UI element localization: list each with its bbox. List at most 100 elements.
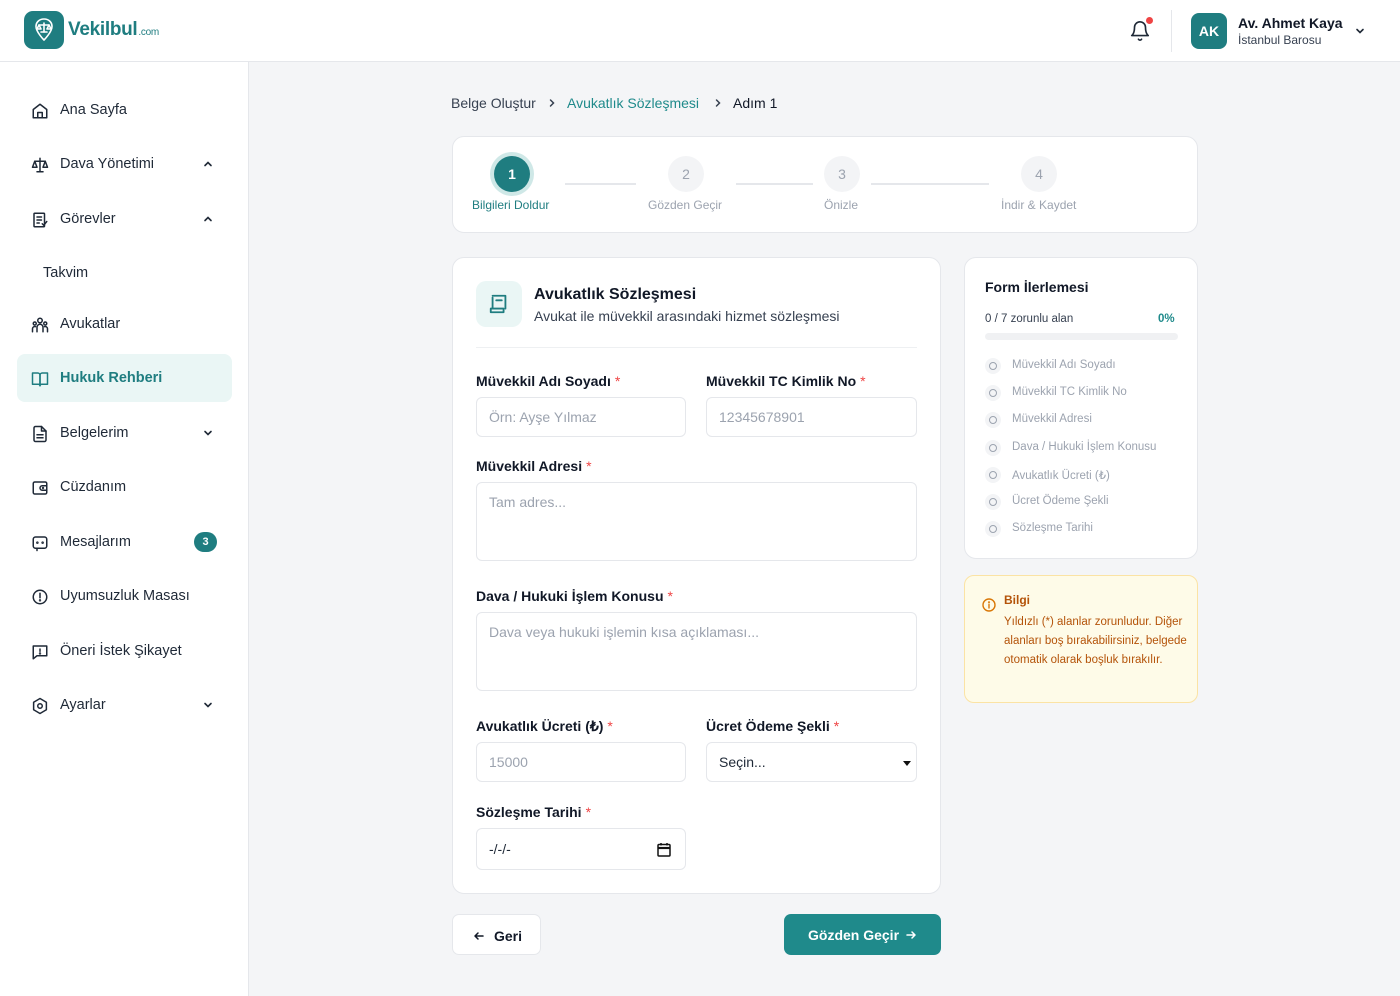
sidebar-item-tasks[interactable]: Görevler — [17, 195, 232, 243]
fee-input[interactable] — [476, 742, 686, 782]
info-box: Bilgi Yıldızlı (*) alanlar zorunludur. D… — [964, 575, 1198, 703]
chevron-up-icon[interactable] — [202, 213, 214, 225]
top-header: Vekilbul.com AK Av. Ahmet Kaya İstanbul … — [0, 0, 1400, 62]
document-icon-box — [476, 281, 522, 327]
review-button-label: Gözden Geçir — [808, 927, 900, 943]
chevron-down-icon[interactable] — [202, 427, 214, 439]
breadcrumb-root[interactable]: Belge Oluştur — [451, 95, 536, 111]
user-avatar[interactable]: AK — [1191, 13, 1227, 49]
sidebar-item-my-documents[interactable]: Belgelerim — [17, 409, 232, 457]
pending-circle-icon — [985, 521, 1001, 537]
case-subject-label: Dava / Hukuki İşlem Konusu * — [476, 588, 673, 604]
pending-circle-icon — [985, 494, 1001, 510]
pending-circle-icon — [985, 467, 1001, 483]
brand-name: Vekilbul.com — [68, 19, 159, 40]
form-title: Avukatlık Sözleşmesi — [534, 286, 697, 303]
client-name-label: Müvekkil Adı Soyadı * — [476, 373, 621, 389]
sidebar-item-label: Uyumsuzluk Masası — [60, 588, 190, 604]
document-icon — [33, 425, 47, 443]
scale-icon — [31, 157, 49, 173]
contract-date-input[interactable]: -/-/- — [476, 828, 686, 870]
info-icon — [982, 598, 996, 612]
step-2-circle[interactable]: 2 — [668, 156, 704, 192]
header-divider — [1171, 10, 1172, 52]
stepper-card — [452, 136, 1198, 233]
sidebar-item-label: Öneri İstek Şikayet — [60, 643, 182, 659]
sidebar-item-home[interactable]: Ana Sayfa — [17, 86, 232, 134]
back-button[interactable]: Geri — [452, 914, 541, 955]
sidebar: Ana Sayfa Dava Yönetimi Görevler Takvim … — [0, 62, 249, 996]
step-1-circle[interactable]: 1 — [494, 156, 530, 192]
unread-messages-badge: 3 — [194, 532, 217, 552]
chevron-up-icon[interactable] — [202, 158, 214, 170]
book-icon — [31, 372, 49, 387]
caret-down-icon — [903, 761, 911, 766]
pending-circle-icon — [985, 385, 1001, 401]
alert-circle-icon — [32, 589, 48, 605]
brand-logo[interactable]: Vekilbul.com — [24, 11, 159, 49]
pending-circle-icon — [985, 358, 1001, 374]
step-1-label: Bilgileri Doldur — [472, 198, 550, 212]
client-tc-input[interactable] — [706, 397, 917, 437]
back-button-label: Geri — [494, 928, 523, 944]
info-text: Yıldızlı (*) alanlar zorunludur. Diğer a… — [1004, 616, 1187, 666]
user-name[interactable]: Av. Ahmet Kaya — [1238, 15, 1343, 31]
step-connector — [736, 183, 813, 185]
sidebar-item-label: Görevler — [60, 211, 116, 227]
form-divider — [476, 347, 917, 348]
sidebar-item-feedback[interactable]: Öneri İstek Şikayet — [17, 627, 232, 675]
notification-dot — [1146, 17, 1153, 24]
review-button[interactable]: Gözden Geçir — [784, 914, 941, 955]
chevron-down-icon[interactable] — [202, 699, 214, 711]
pending-circle-icon — [985, 440, 1001, 456]
breadcrumb-section[interactable]: Avukatlık Sözleşmesi — [567, 95, 699, 111]
sidebar-item-dispute-desk[interactable]: Uyumsuzluk Masası — [17, 572, 232, 620]
chevron-right-icon — [715, 99, 721, 107]
message-icon — [32, 536, 48, 552]
payment-method-label: Ücret Ödeme Şekli * — [706, 718, 840, 734]
sidebar-item-label: Belgelerim — [60, 425, 129, 441]
form-card — [452, 257, 941, 894]
sidebar-item-label: Mesajlarım — [60, 534, 131, 550]
step-3-label: Önizle — [824, 198, 859, 212]
arrow-left-icon — [474, 932, 484, 940]
payment-method-select[interactable]: Seçin... — [706, 742, 917, 782]
calendar-icon[interactable] — [657, 842, 671, 857]
sidebar-item-legal-guide[interactable]: Hukuk Rehberi — [17, 354, 232, 402]
client-name-input[interactable] — [476, 397, 686, 437]
contract-icon — [489, 294, 507, 314]
sidebar-item-label: Ana Sayfa — [60, 102, 127, 118]
progress-percent: 0% — [1158, 313, 1175, 325]
users-icon — [31, 317, 49, 333]
step-4-label: İndir & Kaydet — [1001, 198, 1077, 212]
chevron-right-icon — [549, 99, 555, 107]
sidebar-item-case-management[interactable]: Dava Yönetimi — [17, 140, 232, 188]
progress-title: Form İlerlemesi — [985, 279, 1089, 295]
form-progress-card — [964, 257, 1198, 559]
client-address-textarea[interactable] — [476, 482, 917, 561]
feedback-icon — [32, 645, 48, 660]
step-4-circle[interactable]: 4 — [1021, 156, 1057, 192]
settings-icon — [32, 697, 48, 715]
info-title: Bilgi — [1004, 593, 1030, 607]
step-3-circle[interactable]: 3 — [824, 156, 860, 192]
sidebar-item-lawyers[interactable]: Avukatlar — [17, 300, 232, 348]
sidebar-item-wallet[interactable]: Cüzdanım — [17, 463, 232, 511]
client-address-label: Müvekkil Adresi * — [476, 458, 592, 474]
client-tc-label: Müvekkil TC Kimlik No * — [706, 373, 866, 389]
task-icon — [33, 212, 48, 228]
progress-count: 0 / 7 zorunlu alan — [985, 313, 1074, 325]
sidebar-item-messages[interactable]: Mesajlarım 3 — [17, 518, 232, 566]
sidebar-item-calendar[interactable]: Takvim — [17, 249, 232, 297]
arrow-right-icon — [906, 931, 916, 939]
chevron-down-icon[interactable] — [1354, 25, 1366, 37]
wallet-icon — [32, 481, 48, 495]
breadcrumb-current: Adım 1 — [733, 95, 778, 111]
step-connector — [871, 183, 989, 185]
fee-label: Avukatlık Ücreti (₺) * — [476, 718, 613, 734]
contract-date-label: Sözleşme Tarihi * — [476, 804, 592, 820]
case-subject-textarea[interactable] — [476, 612, 917, 691]
sidebar-item-settings[interactable]: Ayarlar — [17, 681, 232, 729]
form-subtitle: Avukat ile müvekkil arasındaki hizmet sö… — [534, 308, 840, 324]
scale-logo-icon — [24, 11, 64, 49]
